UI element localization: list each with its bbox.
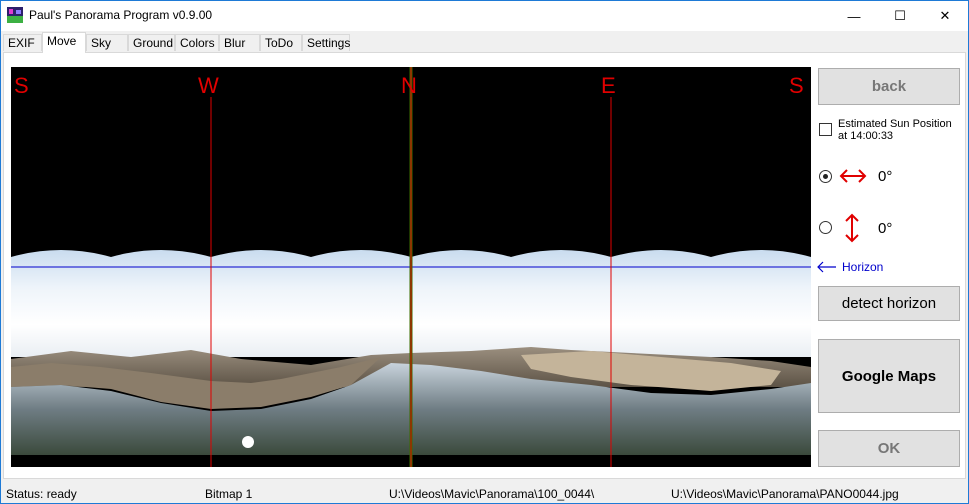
status-folder: U:\Videos\Mavic\Panorama\100_0044\ (389, 487, 595, 501)
maximize-button[interactable]: ☐ (877, 1, 923, 31)
tab-todo[interactable]: ToDo (260, 34, 302, 51)
compass-e: E (601, 73, 616, 98)
horizon-arrow-icon (817, 261, 836, 273)
panorama-view[interactable]: S W N E S (11, 67, 811, 467)
app-icon (7, 7, 23, 23)
radio-dot (823, 174, 828, 179)
status-bitmap: Bitmap 1 (205, 487, 253, 501)
sun-position-label: Estimated Sun Position at 14:00:33 (838, 118, 952, 142)
status-state: Status: ready (6, 487, 77, 501)
tab-settings[interactable]: Settings (302, 34, 350, 51)
vertical-rotation-radio[interactable] (819, 221, 832, 234)
google-maps-button[interactable]: Google Maps (818, 339, 960, 413)
title-bar[interactable]: Paul's Panorama Program v0.9.00 — ☐ ✕ (1, 1, 968, 31)
status-file: U:\Videos\Mavic\Panorama\PANO0044.jpg (671, 487, 899, 501)
back-button[interactable]: back (818, 68, 960, 105)
tab-blur[interactable]: Blur (219, 34, 260, 51)
compass-s-right: S (789, 73, 804, 98)
horizontal-rotation-radio[interactable] (819, 170, 832, 183)
compass-w: W (198, 73, 219, 98)
status-bar: Status: ready Bitmap 1 U:\Videos\Mavic\P… (1, 481, 968, 503)
tab-ground[interactable]: Ground (128, 34, 175, 51)
panorama-image[interactable]: S W N E S (11, 67, 811, 467)
horizontal-arrow-icon[interactable] (838, 167, 868, 185)
detect-horizon-button[interactable]: detect horizon (818, 286, 960, 321)
close-icon: ✕ (939, 8, 951, 23)
tab-colors[interactable]: Colors (175, 34, 219, 51)
window-title: Paul's Panorama Program v0.9.00 (29, 8, 213, 22)
minimize-button[interactable]: — (831, 1, 877, 31)
horizon-label: Horizon (842, 260, 884, 274)
tab-move[interactable]: Move (42, 32, 86, 53)
sun-label-line2: at 14:00:33 (838, 130, 894, 142)
sun-position-checkbox[interactable] (819, 123, 832, 136)
tab-exif[interactable]: EXIF (3, 34, 42, 51)
sun-label-line1: Estimated Sun Position (838, 118, 952, 130)
minimize-icon: — (847, 8, 861, 24)
vertical-angle-value: 0° (878, 220, 893, 237)
close-button[interactable]: ✕ (922, 1, 968, 31)
maximize-icon: ☐ (894, 8, 906, 23)
horizontal-angle-value: 0° (878, 168, 893, 185)
compass-s-left: S (14, 73, 29, 98)
tab-sky[interactable]: Sky (86, 34, 128, 51)
vertical-arrow-icon[interactable] (843, 212, 861, 244)
compass-n: N (401, 73, 417, 98)
ok-button[interactable]: OK (818, 430, 960, 467)
app-window: Paul's Panorama Program v0.9.00 — ☐ ✕ EX… (0, 0, 969, 504)
